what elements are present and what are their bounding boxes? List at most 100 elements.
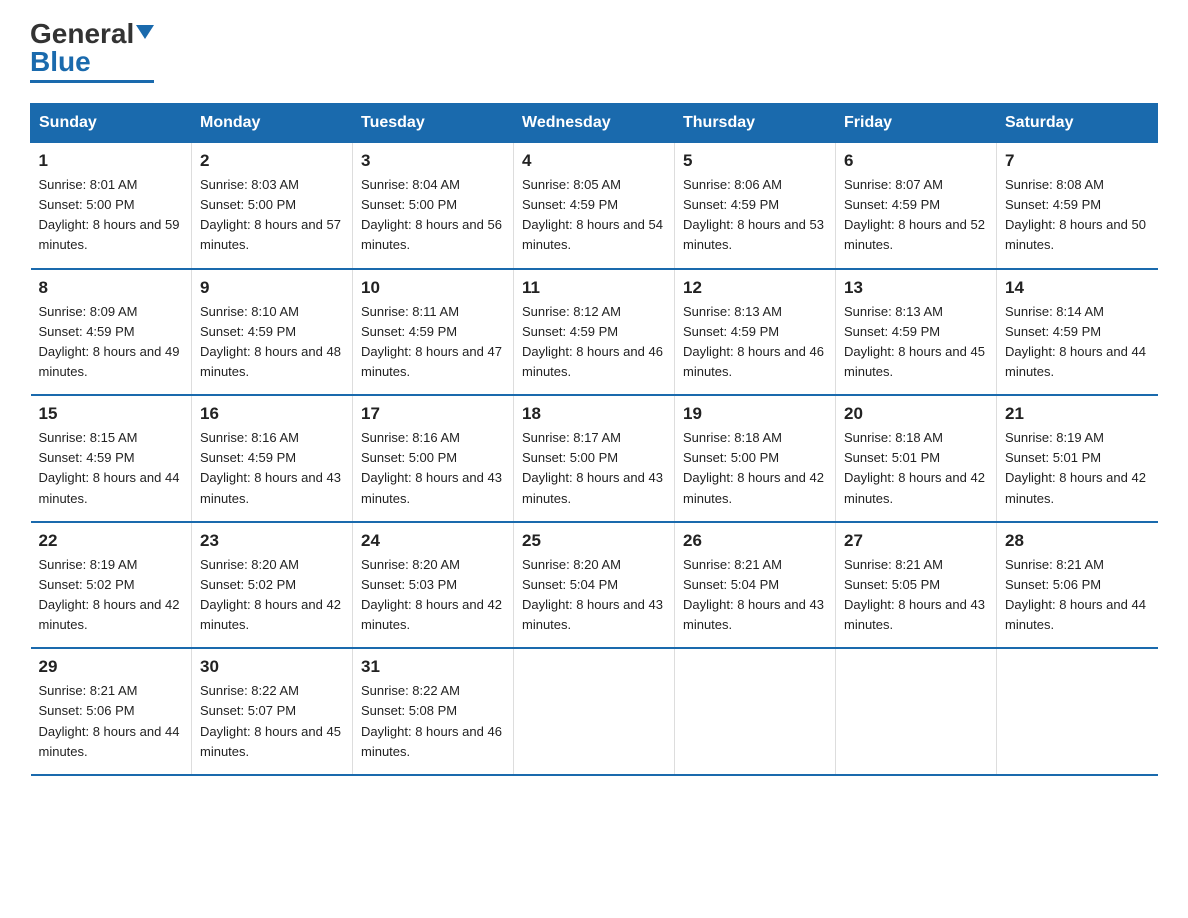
day-info: Sunrise: 8:20 AMSunset: 5:04 PMDaylight:… [522, 555, 666, 636]
day-number: 26 [683, 531, 827, 551]
calendar-cell: 26Sunrise: 8:21 AMSunset: 5:04 PMDayligh… [675, 522, 836, 649]
day-number: 24 [361, 531, 505, 551]
day-number: 22 [39, 531, 184, 551]
day-info: Sunrise: 8:19 AMSunset: 5:02 PMDaylight:… [39, 555, 184, 636]
day-number: 8 [39, 278, 184, 298]
day-info: Sunrise: 8:13 AMSunset: 4:59 PMDaylight:… [844, 302, 988, 383]
logo: General Blue [30, 20, 154, 83]
day-number: 16 [200, 404, 344, 424]
day-number: 21 [1005, 404, 1150, 424]
logo-line [30, 80, 154, 83]
day-info: Sunrise: 8:15 AMSunset: 4:59 PMDaylight:… [39, 428, 184, 509]
day-number: 2 [200, 151, 344, 171]
day-info: Sunrise: 8:08 AMSunset: 4:59 PMDaylight:… [1005, 175, 1150, 256]
day-info: Sunrise: 8:09 AMSunset: 4:59 PMDaylight:… [39, 302, 184, 383]
day-number: 29 [39, 657, 184, 677]
calendar-cell: 6 Sunrise: 8:07 AMSunset: 4:59 PMDaylight… [836, 143, 997, 269]
calendar-cell: 21 Sunrise: 8:19 AMSunset: 5:01 PMDayligh… [997, 395, 1158, 522]
calendar-cell: 7 Sunrise: 8:08 AMSunset: 4:59 PMDaylight… [997, 143, 1158, 269]
day-number: 14 [1005, 278, 1150, 298]
day-number: 1 [39, 151, 184, 171]
calendar-cell: 4 Sunrise: 8:05 AMSunset: 4:59 PMDaylight… [514, 143, 675, 269]
day-number: 19 [683, 404, 827, 424]
day-info: Sunrise: 8:17 AMSunset: 5:00 PMDaylight:… [522, 428, 666, 509]
weekday-header-monday: Monday [192, 104, 353, 143]
day-info: Sunrise: 8:11 AMSunset: 4:59 PMDaylight:… [361, 302, 505, 383]
day-number: 13 [844, 278, 988, 298]
day-info: Sunrise: 8:05 AMSunset: 4:59 PMDaylight:… [522, 175, 666, 256]
day-info: Sunrise: 8:22 AMSunset: 5:07 PMDaylight:… [200, 681, 344, 762]
calendar-cell [514, 648, 675, 775]
calendar-cell: 20 Sunrise: 8:18 AMSunset: 5:01 PMDayligh… [836, 395, 997, 522]
day-number: 23 [200, 531, 344, 551]
page-header: General Blue [30, 20, 1158, 83]
day-info: Sunrise: 8:20 AMSunset: 5:02 PMDaylight:… [200, 555, 344, 636]
logo-triangle-icon [136, 25, 154, 39]
calendar-cell: 1 Sunrise: 8:01 AMSunset: 5:00 PMDaylight… [31, 143, 192, 269]
calendar-cell: 10 Sunrise: 8:11 AMSunset: 4:59 PMDayligh… [353, 269, 514, 396]
week-row-1: 1 Sunrise: 8:01 AMSunset: 5:00 PMDaylight… [31, 143, 1158, 269]
day-info: Sunrise: 8:12 AMSunset: 4:59 PMDaylight:… [522, 302, 666, 383]
calendar-cell: 11 Sunrise: 8:12 AMSunset: 4:59 PMDayligh… [514, 269, 675, 396]
day-number: 3 [361, 151, 505, 171]
week-row-5: 29 Sunrise: 8:21 AMSunset: 5:06 PMDayligh… [31, 648, 1158, 775]
calendar-cell: 14 Sunrise: 8:14 AMSunset: 4:59 PMDayligh… [997, 269, 1158, 396]
day-number: 27 [844, 531, 988, 551]
logo-blue: Blue [30, 46, 91, 77]
weekday-header-friday: Friday [836, 104, 997, 143]
day-number: 17 [361, 404, 505, 424]
day-number: 9 [200, 278, 344, 298]
calendar-cell: 25Sunrise: 8:20 AMSunset: 5:04 PMDayligh… [514, 522, 675, 649]
calendar-cell [997, 648, 1158, 775]
weekday-header-tuesday: Tuesday [353, 104, 514, 143]
calendar-cell: 30 Sunrise: 8:22 AMSunset: 5:07 PMDayligh… [192, 648, 353, 775]
day-info: Sunrise: 8:16 AMSunset: 4:59 PMDaylight:… [200, 428, 344, 509]
calendar-cell: 16 Sunrise: 8:16 AMSunset: 4:59 PMDayligh… [192, 395, 353, 522]
calendar-cell: 2 Sunrise: 8:03 AMSunset: 5:00 PMDaylight… [192, 143, 353, 269]
day-info: Sunrise: 8:19 AMSunset: 5:01 PMDaylight:… [1005, 428, 1150, 509]
day-info: Sunrise: 8:01 AMSunset: 5:00 PMDaylight:… [39, 175, 184, 256]
week-row-4: 22 Sunrise: 8:19 AMSunset: 5:02 PMDayligh… [31, 522, 1158, 649]
day-number: 20 [844, 404, 988, 424]
day-info: Sunrise: 8:22 AMSunset: 5:08 PMDaylight:… [361, 681, 505, 762]
day-number: 18 [522, 404, 666, 424]
day-number: 6 [844, 151, 988, 171]
calendar-cell: 13 Sunrise: 8:13 AMSunset: 4:59 PMDayligh… [836, 269, 997, 396]
day-number: 5 [683, 151, 827, 171]
day-info: Sunrise: 8:03 AMSunset: 5:00 PMDaylight:… [200, 175, 344, 256]
calendar-cell: 12Sunrise: 8:13 AMSunset: 4:59 PMDayligh… [675, 269, 836, 396]
day-number: 10 [361, 278, 505, 298]
day-number: 11 [522, 278, 666, 298]
day-number: 28 [1005, 531, 1150, 551]
day-number: 31 [361, 657, 505, 677]
day-info: Sunrise: 8:06 AMSunset: 4:59 PMDaylight:… [683, 175, 827, 256]
day-number: 15 [39, 404, 184, 424]
day-number: 30 [200, 657, 344, 677]
weekday-header-thursday: Thursday [675, 104, 836, 143]
day-info: Sunrise: 8:04 AMSunset: 5:00 PMDaylight:… [361, 175, 505, 256]
day-info: Sunrise: 8:20 AMSunset: 5:03 PMDaylight:… [361, 555, 505, 636]
day-info: Sunrise: 8:10 AMSunset: 4:59 PMDaylight:… [200, 302, 344, 383]
logo-text: General Blue [30, 20, 154, 76]
calendar-cell: 28 Sunrise: 8:21 AMSunset: 5:06 PMDayligh… [997, 522, 1158, 649]
calendar-cell: 17 Sunrise: 8:16 AMSunset: 5:00 PMDayligh… [353, 395, 514, 522]
day-info: Sunrise: 8:21 AMSunset: 5:05 PMDaylight:… [844, 555, 988, 636]
day-info: Sunrise: 8:16 AMSunset: 5:00 PMDaylight:… [361, 428, 505, 509]
day-info: Sunrise: 8:21 AMSunset: 5:06 PMDaylight:… [1005, 555, 1150, 636]
weekday-header-saturday: Saturday [997, 104, 1158, 143]
week-row-2: 8 Sunrise: 8:09 AMSunset: 4:59 PMDaylight… [31, 269, 1158, 396]
day-number: 4 [522, 151, 666, 171]
day-number: 7 [1005, 151, 1150, 171]
day-info: Sunrise: 8:14 AMSunset: 4:59 PMDaylight:… [1005, 302, 1150, 383]
day-info: Sunrise: 8:07 AMSunset: 4:59 PMDaylight:… [844, 175, 988, 256]
calendar-cell: 31 Sunrise: 8:22 AMSunset: 5:08 PMDayligh… [353, 648, 514, 775]
weekday-header-sunday: Sunday [31, 104, 192, 143]
calendar-cell: 23 Sunrise: 8:20 AMSunset: 5:02 PMDayligh… [192, 522, 353, 649]
calendar-table: SundayMondayTuesdayWednesdayThursdayFrid… [30, 103, 1158, 776]
calendar-cell: 3 Sunrise: 8:04 AMSunset: 5:00 PMDaylight… [353, 143, 514, 269]
day-info: Sunrise: 8:21 AMSunset: 5:06 PMDaylight:… [39, 681, 184, 762]
day-info: Sunrise: 8:18 AMSunset: 5:01 PMDaylight:… [844, 428, 988, 509]
day-number: 12 [683, 278, 827, 298]
calendar-cell: 8 Sunrise: 8:09 AMSunset: 4:59 PMDaylight… [31, 269, 192, 396]
calendar-cell: 24 Sunrise: 8:20 AMSunset: 5:03 PMDayligh… [353, 522, 514, 649]
